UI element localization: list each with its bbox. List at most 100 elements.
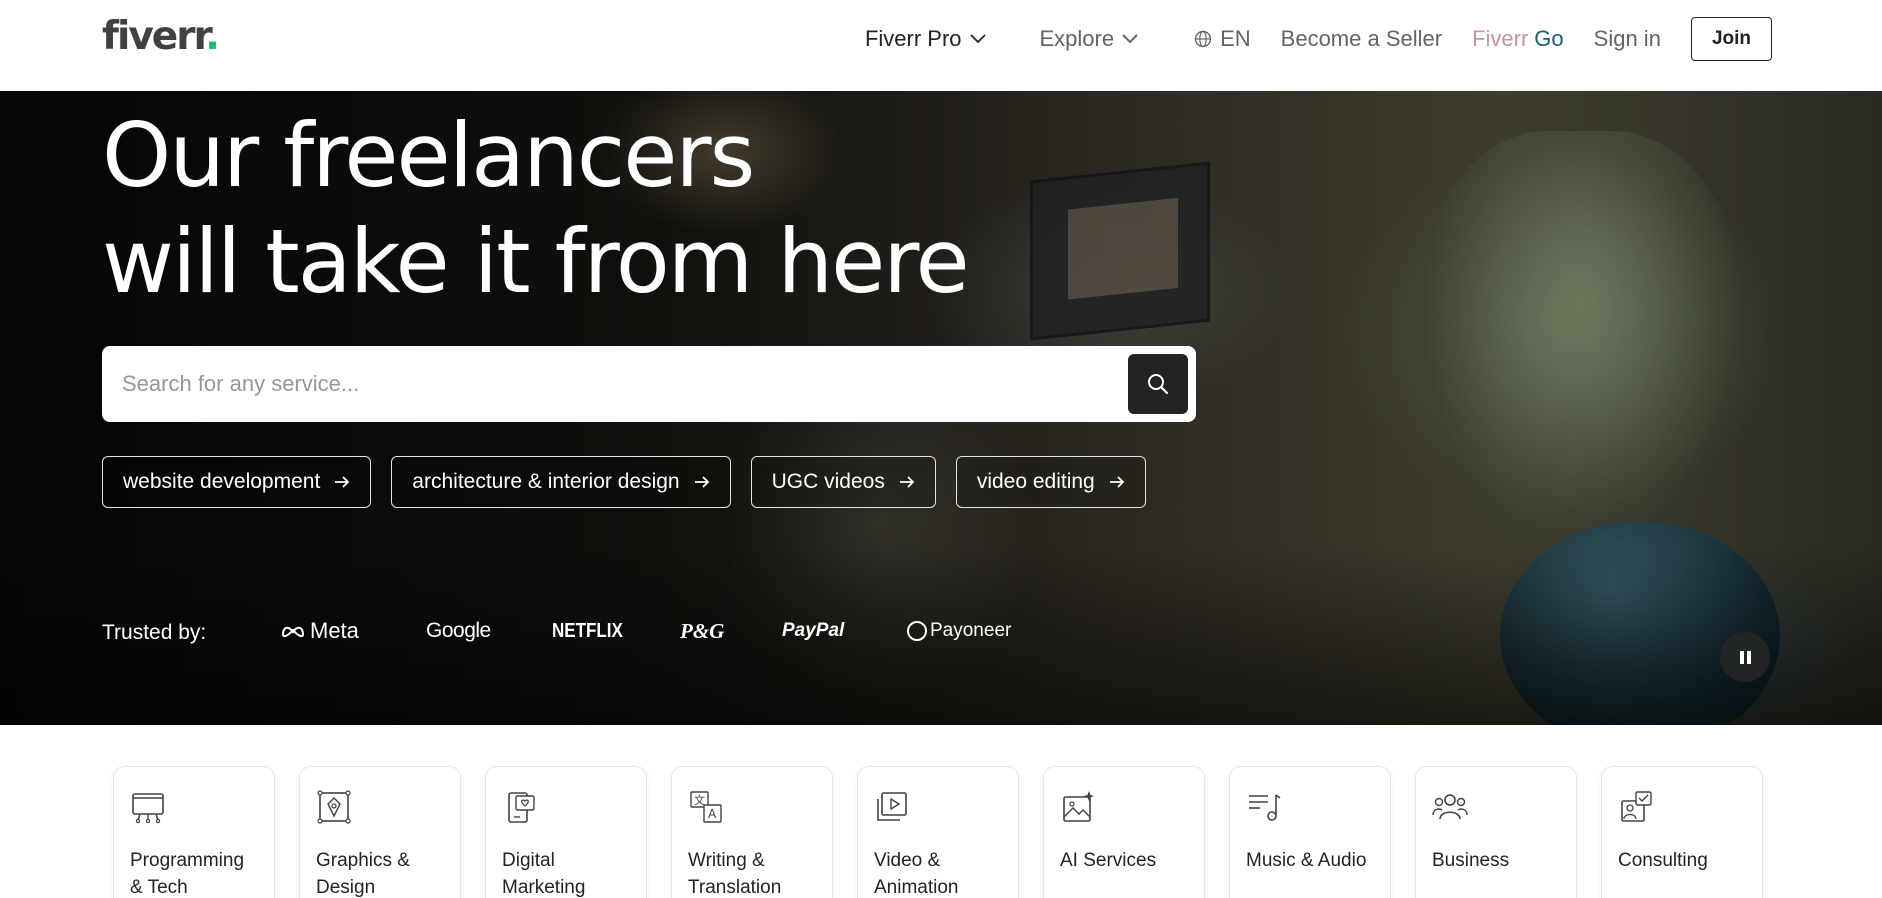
chip-label: architecture & interior design [412, 470, 680, 493]
main-nav: Fiverr Pro Explore EN Become a Seller Fi… [865, 0, 1772, 78]
brand-payoneer: Payoneer [906, 616, 1011, 646]
category-label-line1: Digital [502, 850, 555, 871]
payoneer-logo-icon [907, 621, 927, 641]
translate-icon: 文A [690, 791, 722, 823]
category-programming-tech[interactable]: Programming & Tech [113, 766, 275, 898]
fiverr-go-word1: Fiverr [1472, 26, 1529, 51]
arrow-right-icon [1109, 476, 1125, 488]
monitor-icon [132, 793, 164, 824]
arrow-right-icon [899, 476, 915, 488]
category-label: Digital Marketing [502, 847, 630, 898]
nav-fiverr-go[interactable]: Fiverr Go [1472, 26, 1564, 52]
logo-text: fiverr [102, 14, 207, 59]
brand-pg: P&G [680, 616, 724, 646]
category-label: AI Services [1060, 847, 1188, 874]
category-cards: Programming & Tech Graphics & Design Digit… [113, 766, 1763, 898]
brand-paypal-text: PayPal [782, 620, 845, 641]
chip-website-development[interactable]: website development [102, 456, 372, 508]
play-icon [877, 792, 907, 821]
hero-section: Our freelancers will take it from here w… [0, 91, 1882, 725]
brand-netflix-text: NETFLIX [552, 619, 623, 642]
globe-icon [1194, 30, 1212, 48]
brand-pg-text: P&G [680, 618, 725, 643]
nav-fiverr-pro-label: Fiverr Pro [864, 26, 962, 51]
brand-netflix: NETFLIX [552, 616, 623, 646]
category-label: Video & Animation [874, 847, 1002, 898]
category-label-line1: Business [1432, 850, 1510, 871]
nav-language[interactable]: EN [1194, 26, 1251, 52]
category-label: Consulting [1618, 847, 1746, 874]
category-label: Graphics & Design [316, 847, 444, 898]
search-icon [1148, 374, 1169, 395]
category-label-line2: & Tech [130, 877, 188, 898]
category-label-line1: Writing & [688, 850, 765, 871]
category-business[interactable]: Business [1415, 766, 1577, 898]
hero-title: Our freelancers will take it from here [102, 103, 970, 315]
category-graphics-design[interactable]: Graphics & Design [299, 766, 461, 898]
category-ai-services[interactable]: AI Services [1043, 766, 1205, 898]
category-video-animation[interactable]: Video & Animation [857, 766, 1019, 898]
fiverr-go-word2: Go [1534, 26, 1564, 51]
phone-heart-icon [508, 792, 535, 823]
category-label: Business [1432, 847, 1560, 874]
chevron-down-icon [1122, 34, 1138, 44]
category-label: Music & Audio [1246, 847, 1374, 874]
arrow-right-icon [694, 476, 709, 488]
category-digital-marketing[interactable]: Digital Marketing [485, 766, 647, 898]
nav-sign-in[interactable]: Sign in [1594, 26, 1661, 52]
chip-label: video editing [976, 470, 1095, 493]
category-label-line1: Consulting [1618, 850, 1708, 871]
category-label-line1: Graphics & [316, 850, 410, 871]
ai-image-icon [1063, 791, 1094, 822]
brand-google-text: Google [426, 619, 491, 642]
category-label: Programming & Tech [130, 847, 258, 898]
brand-google: Google [426, 616, 491, 646]
chip-label: UGC videos [771, 470, 885, 493]
chip-video-editing[interactable]: video editing [955, 456, 1146, 508]
brand-payoneer-text: Payoneer [930, 620, 1012, 641]
category-music-audio[interactable]: Music & Audio [1229, 766, 1391, 898]
svg-text:文: 文 [694, 793, 705, 807]
search-button[interactable] [1128, 354, 1188, 414]
nav-fiverr-pro[interactable]: Fiverr Pro [865, 26, 986, 52]
design-icon [317, 790, 351, 824]
brand-paypal: PayPal [782, 616, 844, 646]
nav-become-seller[interactable]: Become a Seller [1281, 26, 1442, 52]
hero-title-line1: Our freelancers [102, 104, 755, 207]
nav-explore[interactable]: Explore [1040, 26, 1139, 52]
arrow-right-icon [335, 476, 350, 488]
music-icon [1249, 794, 1281, 821]
chip-ugc-videos[interactable]: UGC videos [750, 456, 936, 508]
chevron-down-icon [969, 34, 986, 44]
hero-title-line2: will take it from here [102, 210, 970, 313]
join-button[interactable]: Join [1690, 17, 1772, 61]
nav-explore-label: Explore [1039, 26, 1115, 51]
category-label-line1: AI Services [1060, 850, 1157, 871]
brand-meta: Meta [280, 616, 359, 646]
category-label-line2: Marketing [502, 877, 586, 898]
category-label: Writing & Translation [688, 847, 816, 898]
search-input[interactable] [122, 371, 1196, 397]
top-header: fiverr. Fiverr Pro Explore EN Become a S… [0, 0, 1882, 91]
category-writing-translation[interactable]: 文A Writing & Translation [671, 766, 833, 898]
pause-icon [1739, 650, 1744, 664]
category-label-line1: Video & [874, 850, 941, 871]
category-label-line2: Design [316, 877, 376, 898]
nav-become-seller-label: Become a Seller [1280, 26, 1443, 51]
category-consulting[interactable]: Consulting [1601, 766, 1763, 898]
logo-dot: . [205, 14, 220, 59]
nav-language-label: EN [1220, 26, 1251, 51]
category-label-line1: Music & Audio [1246, 850, 1367, 871]
chip-label: website development [123, 470, 321, 493]
pause-video-button[interactable] [1720, 632, 1770, 682]
fiverr-logo[interactable]: fiverr. [102, 14, 220, 59]
svg-text:A: A [708, 807, 717, 821]
search-bar [102, 346, 1196, 422]
consulting-icon [1621, 791, 1652, 822]
trusted-by-label: Trusted by: [102, 621, 207, 644]
brand-meta-text: Meta [310, 618, 359, 643]
chip-architecture-interior-design[interactable]: architecture & interior design [391, 456, 731, 508]
category-label-line2: Animation [874, 877, 959, 898]
meta-logo-icon [281, 626, 305, 638]
suggestion-chips: website development architecture & inter… [102, 456, 1146, 508]
